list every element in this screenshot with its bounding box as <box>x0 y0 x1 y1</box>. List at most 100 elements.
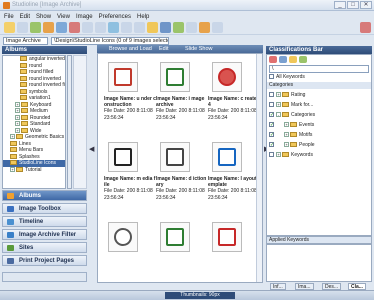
expand-icon[interactable]: + <box>15 114 20 120</box>
category-folder-icon <box>290 122 297 128</box>
image-thumbnail[interactable] <box>108 222 138 252</box>
navigator-button-image-archive-filter[interactable]: Image Archive Filter <box>2 229 87 240</box>
category-item[interactable]: + Keywords <box>269 151 313 159</box>
category-folder-icon <box>290 142 297 148</box>
tab-image[interactable]: Ima... <box>295 283 314 290</box>
search-icon[interactable] <box>56 22 67 33</box>
expand-icon[interactable]: + <box>10 166 15 172</box>
settings-icon[interactable] <box>212 22 223 33</box>
web-icon[interactable] <box>173 22 184 33</box>
navigator-button-sites[interactable]: Sites <box>2 242 87 253</box>
expand-icon[interactable]: + <box>276 102 281 108</box>
open-folder-icon[interactable] <box>4 22 15 33</box>
album-label: Standard <box>30 121 51 127</box>
expand-icon[interactable]: + <box>15 127 20 133</box>
album-path-select[interactable]: \Design\StudioLine Icons (0 of 9 images … <box>51 37 169 45</box>
category-item[interactable]: ✓ - Categories <box>269 111 315 119</box>
all-keywords-option[interactable]: All Keywords <box>269 74 305 80</box>
folder-icon <box>21 127 28 133</box>
album-label: Lines <box>19 140 31 147</box>
image-thumbnail[interactable] <box>160 62 190 92</box>
image-thumbnail[interactable] <box>212 142 242 172</box>
tab-info[interactable]: Inf... <box>270 283 286 290</box>
export-icon[interactable] <box>147 22 158 33</box>
menu-image[interactable]: Image <box>76 14 93 20</box>
collapse-left-icon[interactable]: ◀ <box>89 145 94 153</box>
menu-show[interactable]: Show <box>36 14 51 20</box>
image-thumbnail[interactable] <box>160 142 190 172</box>
tab-classifications[interactable]: Cla... <box>348 283 366 290</box>
category-item[interactable]: + Rating <box>269 91 305 99</box>
rotate-right-icon[interactable] <box>95 22 106 33</box>
category-item[interactable]: ✓ + Events <box>269 121 314 129</box>
archive-mode-select[interactable]: Image Archive <box>3 37 48 45</box>
category-item[interactable]: ✓ + People <box>269 141 315 149</box>
star-icon[interactable] <box>199 22 210 33</box>
delete-icon[interactable] <box>69 22 80 33</box>
expand-icon[interactable]: + <box>10 134 15 140</box>
expand-icon[interactable]: + <box>284 142 289 148</box>
menu-view[interactable]: View <box>57 14 70 20</box>
expand-icon[interactable]: + <box>276 152 281 158</box>
album-icon[interactable] <box>43 22 54 33</box>
navigator-button-print-project-pages[interactable]: Print Project Pages <box>2 255 87 266</box>
folder-icon <box>10 160 17 166</box>
keyword-filter-input[interactable]: \ <box>269 65 369 73</box>
expand-icon[interactable]: + <box>284 132 289 138</box>
category-checkbox[interactable]: ✓ <box>269 142 274 148</box>
maximize-button[interactable]: □ <box>347 1 359 9</box>
tab-description[interactable]: Des... <box>322 283 342 290</box>
image-thumbnail[interactable] <box>108 62 138 92</box>
filter-keyword-icon[interactable] <box>299 56 307 63</box>
thumbnail-size-slider[interactable]: Thumbnails: 90px <box>165 292 235 299</box>
album-label: Rounded <box>30 114 51 121</box>
menu-file[interactable]: File <box>4 14 14 20</box>
navigator-button-image-toolbox[interactable]: Image Toolbox <box>2 203 87 214</box>
tab-slide-show[interactable]: Slide Show <box>185 46 213 52</box>
rotate-left-icon[interactable] <box>82 22 93 33</box>
expand-icon[interactable]: + <box>15 121 20 127</box>
remove-keyword-icon[interactable] <box>269 56 277 63</box>
category-item[interactable]: ✓ + Motifs <box>269 131 312 139</box>
navigator-button-albums[interactable]: Albums <box>2 190 87 201</box>
undo-icon[interactable] <box>121 22 132 33</box>
category-checkbox[interactable]: ✓ <box>269 122 274 128</box>
category-checkbox[interactable]: ✓ <box>269 132 274 138</box>
image-thumbnail[interactable] <box>160 222 190 252</box>
category-checkbox[interactable] <box>269 152 274 158</box>
image-thumbnail[interactable] <box>212 222 242 252</box>
category-checkbox[interactable]: ✓ <box>269 112 274 118</box>
refresh-icon[interactable] <box>30 22 41 33</box>
expand-icon[interactable]: + <box>15 101 20 107</box>
expand-icon[interactable]: + <box>276 92 281 98</box>
category-checkbox[interactable] <box>269 102 274 108</box>
expand-icon[interactable]: - <box>276 112 281 118</box>
image-caption: Image Name: i mage archive File Date: 200… <box>156 96 208 121</box>
image-thumbnail[interactable] <box>212 62 242 92</box>
add-keyword-icon[interactable] <box>279 56 287 63</box>
menu-preferences[interactable]: Preferences <box>99 14 131 20</box>
expand-icon[interactable]: + <box>284 122 289 128</box>
album-tree-scrollbar[interactable] <box>67 55 72 189</box>
applied-keywords-list[interactable] <box>266 244 372 282</box>
menu-help[interactable]: Help <box>137 14 149 20</box>
minimize-button[interactable]: _ <box>334 1 346 9</box>
tab-browse-load[interactable]: Browse and Load <box>109 46 152 52</box>
menu-edit[interactable]: Edit <box>20 14 30 20</box>
folder-icon <box>20 56 27 62</box>
close-button[interactable]: ✕ <box>360 1 372 9</box>
navigator-button-timeline[interactable]: Timeline <box>2 216 87 227</box>
print-icon[interactable] <box>108 22 119 33</box>
tab-edit[interactable]: Edit <box>159 46 168 52</box>
category-checkbox[interactable] <box>269 92 274 98</box>
email-icon[interactable] <box>160 22 171 33</box>
redo-icon[interactable] <box>134 22 145 33</box>
grid-scrollbar[interactable] <box>256 54 262 282</box>
expand-icon[interactable]: + <box>15 108 20 114</box>
edit-keyword-icon[interactable] <box>289 56 297 63</box>
album-tree-item[interactable]: + Tutorial <box>3 167 65 174</box>
category-item[interactable]: + Mark for... <box>269 101 313 109</box>
image-thumbnail[interactable] <box>108 142 138 172</box>
zoom-icon[interactable] <box>186 22 197 33</box>
import-icon[interactable] <box>17 22 28 33</box>
